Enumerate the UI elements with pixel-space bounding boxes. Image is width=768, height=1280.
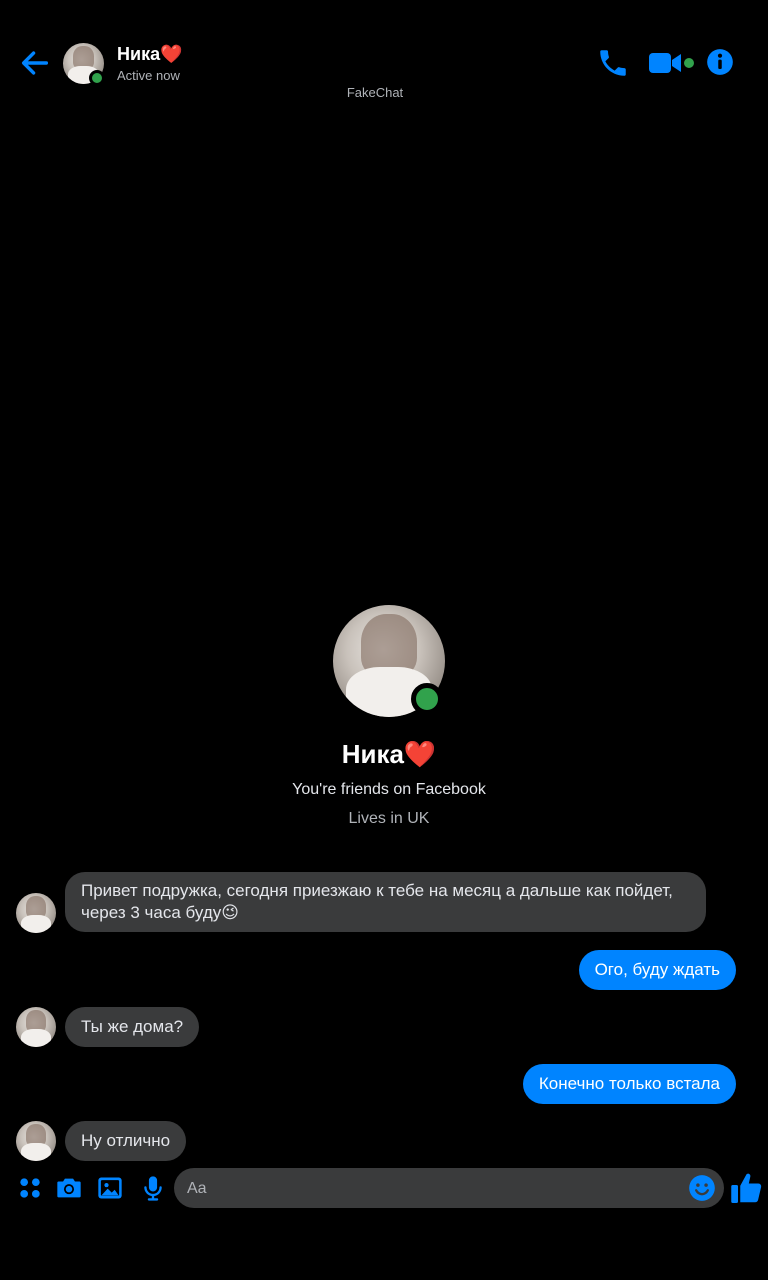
message-avatar[interactable] bbox=[16, 1121, 56, 1161]
message-avatar[interactable] bbox=[16, 893, 56, 933]
info-icon[interactable] bbox=[706, 48, 734, 76]
phone-icon[interactable] bbox=[596, 46, 630, 80]
microphone-icon[interactable] bbox=[139, 1174, 167, 1202]
video-available-dot bbox=[684, 58, 694, 68]
incoming-message[interactable]: Ну отлично bbox=[65, 1121, 187, 1161]
thumbs-up-icon[interactable] bbox=[729, 1170, 765, 1206]
friends-status-text: You're friends on Facebook bbox=[292, 781, 486, 798]
message-composer[interactable] bbox=[174, 1168, 724, 1208]
message-input[interactable] bbox=[187, 1179, 667, 1199]
emoji-icon[interactable] bbox=[688, 1174, 716, 1202]
incoming-message[interactable]: Привет подружка, сегодня приезжаю к тебе… bbox=[65, 872, 706, 932]
outgoing-message[interactable]: Ого, буду ждать bbox=[578, 950, 736, 990]
profile-online-dot bbox=[411, 683, 443, 715]
back-arrow-icon[interactable] bbox=[18, 46, 52, 80]
watermark: FakeChat bbox=[346, 85, 404, 100]
avatar-shirt-shape bbox=[20, 1029, 52, 1047]
location-text: Lives in UK bbox=[348, 810, 430, 827]
outgoing-message[interactable]: Конечно только встала bbox=[522, 1064, 736, 1104]
camera-icon[interactable] bbox=[55, 1174, 83, 1202]
apps-grid-icon[interactable] bbox=[16, 1174, 44, 1202]
video-camera-icon[interactable] bbox=[648, 48, 684, 78]
avatar-shirt-shape bbox=[20, 1143, 52, 1161]
message-avatar[interactable] bbox=[16, 1007, 56, 1047]
avatar-shirt-shape bbox=[20, 915, 52, 933]
profile-name: Ника❤️ bbox=[341, 739, 437, 769]
contact-name[interactable]: Ника❤️ bbox=[117, 44, 183, 65]
active-status: Active now bbox=[117, 68, 180, 83]
incoming-message[interactable]: Ты же дома? bbox=[65, 1007, 200, 1047]
online-status-dot bbox=[89, 70, 105, 86]
gallery-icon[interactable] bbox=[96, 1174, 124, 1202]
